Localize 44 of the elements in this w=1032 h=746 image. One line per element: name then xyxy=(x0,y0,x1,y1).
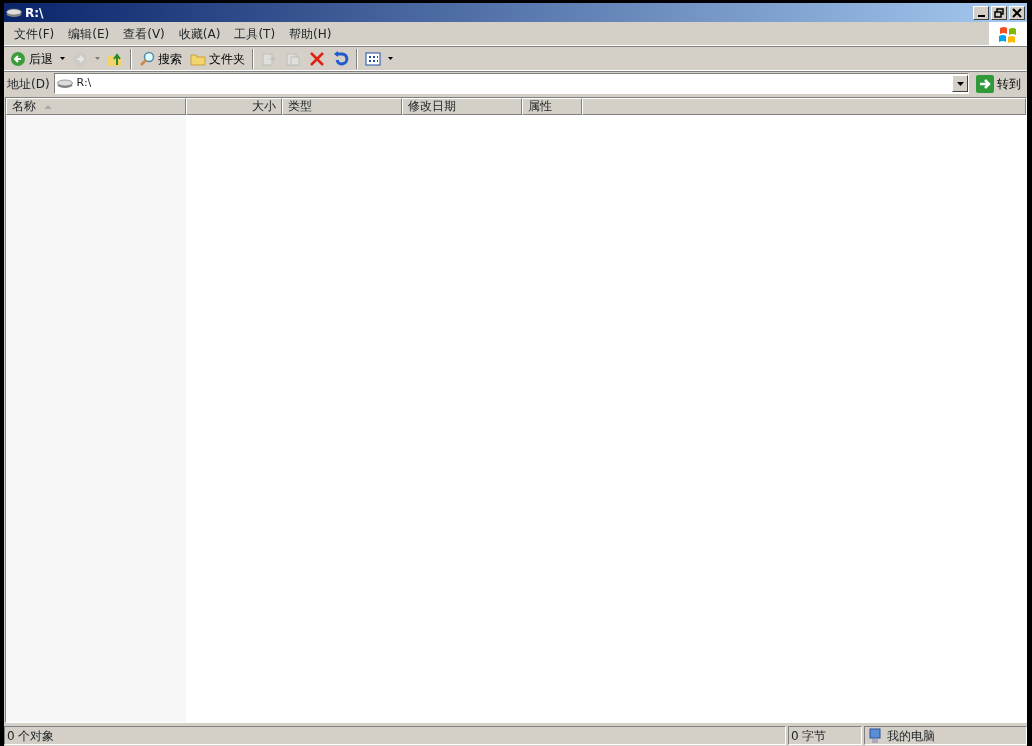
copy-to-icon xyxy=(285,50,301,67)
minimize-icon xyxy=(977,15,985,17)
column-header[interactable]: 类型 xyxy=(282,98,402,115)
folders-button[interactable]: 文件夹 xyxy=(187,48,248,69)
address-label: 地址(D) xyxy=(7,75,50,93)
go-button[interactable]: 转到 xyxy=(973,73,1024,94)
caret-icon xyxy=(956,81,964,86)
forward-dropdown-button[interactable] xyxy=(93,57,102,60)
column-header[interactable]: 名称 xyxy=(6,98,186,115)
restore-icon xyxy=(994,7,1004,18)
computer-icon xyxy=(867,727,883,744)
views-dropdown-button[interactable] xyxy=(386,57,395,60)
views-grid-icon xyxy=(365,50,381,67)
menu-item[interactable]: 收藏(A) xyxy=(171,24,228,43)
status-panel: 0 个对象 xyxy=(4,726,786,745)
menu-item[interactable]: 文件(F) xyxy=(7,24,62,43)
back-dropdown-button[interactable] xyxy=(58,57,67,60)
move-to-icon xyxy=(261,50,277,67)
caret-icon xyxy=(388,57,393,60)
window-title: R:\ xyxy=(25,4,44,22)
views-button[interactable] xyxy=(362,49,384,68)
caret-icon xyxy=(60,57,65,60)
menu-item[interactable]: 查看(V) xyxy=(116,24,172,43)
column-header[interactable]: 修改日期 xyxy=(402,98,522,115)
column-header[interactable]: 大小 xyxy=(186,98,282,115)
back-button[interactable]: 后退 xyxy=(7,48,56,69)
menu-item[interactable]: 工具(T) xyxy=(227,24,283,43)
caret-icon xyxy=(95,57,100,60)
sort-ascending-icon xyxy=(44,104,52,109)
undo-icon xyxy=(333,50,349,67)
minimize-button[interactable] xyxy=(973,5,989,20)
address-field[interactable]: R:\ xyxy=(53,73,969,94)
menu-item[interactable]: 编辑(E) xyxy=(61,24,117,43)
status-panel: 0 字节 xyxy=(788,726,862,745)
menu-item[interactable]: 帮助(H) xyxy=(282,24,339,43)
dropdown-button[interactable] xyxy=(952,75,968,92)
column-header[interactable]: 属性 xyxy=(522,98,582,115)
close-icon xyxy=(1012,7,1022,18)
delete-icon xyxy=(309,50,325,67)
status-panel: 我的电脑 xyxy=(864,726,1027,745)
restore-button[interactable] xyxy=(991,5,1007,20)
search-button[interactable]: 搜索 xyxy=(136,48,185,69)
close-button[interactable] xyxy=(1009,5,1025,20)
search-icon xyxy=(139,50,155,67)
